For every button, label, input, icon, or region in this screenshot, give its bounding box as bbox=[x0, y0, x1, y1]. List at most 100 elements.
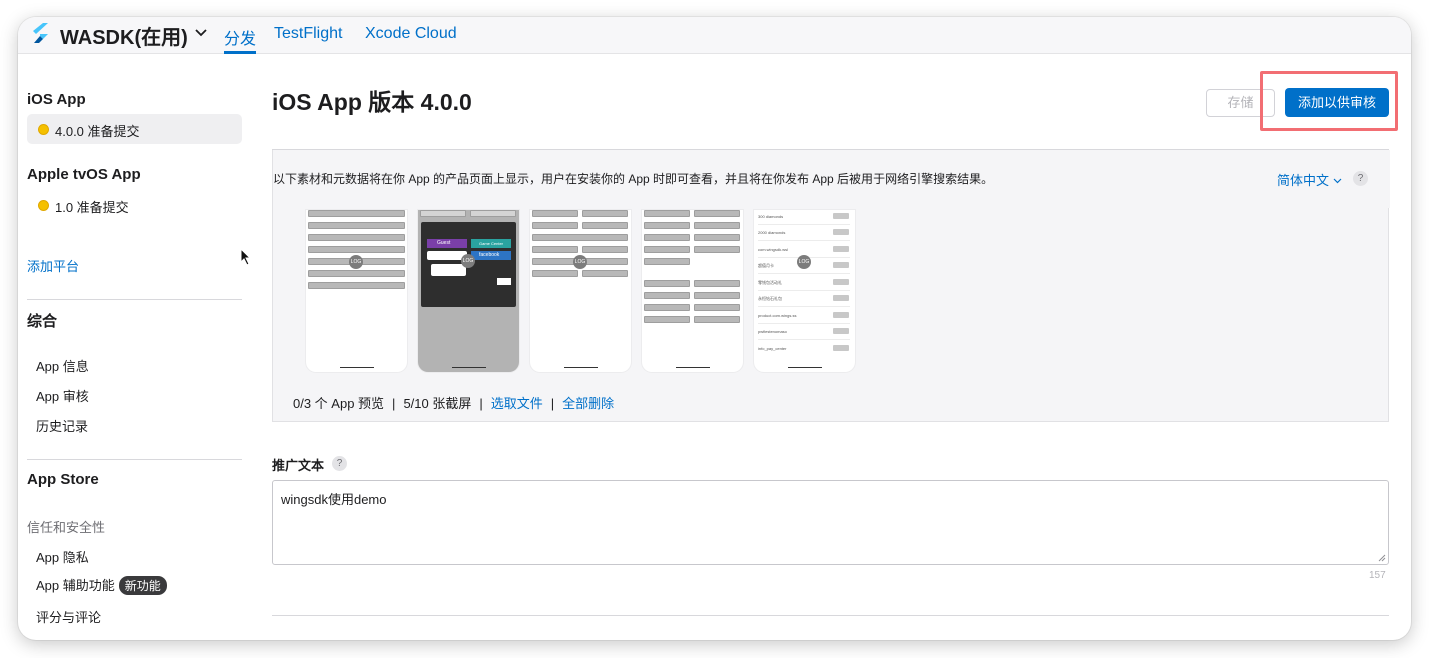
preview-count: 0/3 个 App 预览 bbox=[293, 396, 385, 411]
screenshot-count: 5/10 张截屏 bbox=[403, 396, 472, 411]
mock-button bbox=[532, 222, 578, 229]
sidebar-item-app-info[interactable]: App 信息 bbox=[36, 356, 89, 375]
mock-button bbox=[308, 270, 405, 277]
sidebar-item-privacy[interactable]: App 隐私 bbox=[36, 547, 89, 566]
buy-button-mock bbox=[833, 262, 849, 268]
app-store-connect-window: WASDK(在用) 分发 TestFlight Xcode Cloud iOS … bbox=[18, 17, 1411, 640]
buy-button-mock bbox=[833, 246, 849, 252]
mock-button bbox=[470, 210, 516, 217]
sidebar-divider bbox=[27, 459, 242, 460]
iap-row-label: product.com.wings.ss bbox=[758, 313, 797, 318]
confirm-button-mock bbox=[497, 278, 511, 285]
description-bar: 以下素材和元数据将在你 App 的产品页面上显示，用户在安装你的 App 时即可… bbox=[273, 150, 1390, 208]
mock-button bbox=[644, 246, 690, 253]
highlight-box bbox=[1260, 71, 1398, 131]
mock-button bbox=[694, 222, 740, 229]
mouse-cursor-icon bbox=[240, 248, 252, 266]
promo-text-input[interactable]: wingsdk使用demo bbox=[272, 480, 1389, 565]
chevron-down-icon bbox=[1333, 178, 1342, 184]
sidebar-item-tvos-version[interactable]: 1.0 准备提交 bbox=[27, 190, 242, 220]
sidebar-item-ratings[interactable]: 评分与评论 bbox=[36, 607, 101, 626]
row-divider bbox=[758, 290, 850, 291]
sidebar-item-history[interactable]: 历史记录 bbox=[36, 416, 88, 435]
row-divider bbox=[758, 306, 850, 307]
sidebar-heading-app-store: App Store bbox=[27, 471, 99, 488]
mock-button bbox=[582, 222, 628, 229]
row-divider bbox=[758, 224, 850, 225]
pending-status-icon bbox=[38, 124, 49, 135]
mock-button bbox=[644, 234, 690, 241]
sidebar: iOS App 4.0.0 准备提交 Apple tvOS App 1.0 准备… bbox=[18, 54, 263, 640]
screenshot-thumbnail[interactable] bbox=[642, 210, 743, 372]
chevron-down-icon[interactable] bbox=[194, 26, 208, 40]
sidebar-item-label: 1.0 准备提交 bbox=[55, 200, 129, 215]
row-divider bbox=[758, 339, 850, 340]
row-divider bbox=[758, 323, 850, 324]
mock-button bbox=[644, 280, 690, 287]
tab-xcode-cloud[interactable]: Xcode Cloud bbox=[365, 25, 457, 43]
mock-button bbox=[694, 292, 740, 299]
mock-button bbox=[694, 316, 740, 323]
add-platform-link[interactable]: 添加平台 bbox=[27, 256, 79, 275]
log-bubble: LOG bbox=[461, 254, 475, 268]
sidebar-heading-tvos: Apple tvOS App bbox=[27, 166, 141, 183]
mock-button bbox=[582, 258, 628, 265]
home-indicator bbox=[564, 367, 598, 368]
sidebar-item-app-review[interactable]: App 审核 bbox=[36, 386, 89, 405]
wings-button-mock bbox=[431, 264, 466, 276]
language-label: 简体中文 bbox=[1277, 173, 1330, 188]
mock-button bbox=[308, 234, 405, 241]
buy-button-mock bbox=[833, 229, 849, 235]
sidebar-heading-general: 综合 bbox=[27, 313, 58, 330]
mock-button bbox=[582, 246, 628, 253]
screenshot-thumbnail[interactable]: 300 diamonds 2000 diamonds com.wingsdk.w… bbox=[754, 210, 855, 372]
mock-button bbox=[532, 246, 578, 253]
delete-all-link[interactable]: 全部删除 bbox=[562, 396, 614, 411]
choose-files-link[interactable]: 选取文件 bbox=[491, 396, 543, 411]
row-divider bbox=[758, 273, 850, 274]
mock-button bbox=[308, 222, 405, 229]
buy-button-mock bbox=[833, 295, 849, 301]
help-icon[interactable]: ? bbox=[1353, 171, 1368, 186]
app-name-menu[interactable]: WASDK(在用) bbox=[60, 21, 188, 50]
log-bubble: LOG bbox=[797, 255, 811, 269]
mock-button bbox=[694, 246, 740, 253]
resize-handle-icon[interactable] bbox=[1378, 554, 1386, 562]
mock-button bbox=[694, 304, 740, 311]
mock-button bbox=[420, 210, 466, 217]
mock-button bbox=[582, 210, 628, 217]
language-selector[interactable]: 简体中文 bbox=[1277, 170, 1342, 189]
screenshot-thumbnail[interactable]: LOG bbox=[530, 210, 631, 372]
help-icon[interactable]: ? bbox=[332, 456, 347, 471]
iap-row-label: 超值月卡 bbox=[758, 263, 774, 268]
log-bubble: LOG bbox=[349, 255, 363, 269]
mock-button bbox=[694, 210, 740, 217]
sidebar-divider bbox=[27, 299, 242, 300]
sidebar-item-label: 4.0.0 准备提交 bbox=[55, 124, 140, 139]
home-indicator bbox=[340, 367, 374, 368]
flutter-logo-icon bbox=[33, 23, 48, 43]
iap-row-label: com.wingsdk.wsl bbox=[758, 247, 789, 252]
mock-button bbox=[532, 270, 578, 277]
media-description: 以下素材和元数据将在你 App 的产品页面上显示，用户在安装你的 App 时即可… bbox=[273, 172, 994, 186]
buy-button-mock bbox=[833, 312, 849, 318]
facebook-button-mock: facebook bbox=[471, 251, 511, 260]
mock-button bbox=[644, 316, 690, 323]
sidebar-item-accessibility[interactable]: App 辅助功能 新功能 bbox=[36, 575, 167, 595]
iap-row-label: 300 diamonds bbox=[758, 214, 784, 219]
iap-row-label: 零钱包活动礼 bbox=[758, 280, 782, 285]
mock-button bbox=[532, 258, 578, 265]
tab-testflight[interactable]: TestFlight bbox=[274, 25, 342, 43]
iap-row-label: pwfiestenomaso bbox=[758, 329, 787, 334]
buy-button-mock bbox=[833, 213, 849, 219]
mock-button bbox=[644, 210, 690, 217]
tab-distribution[interactable]: 分发 bbox=[224, 25, 256, 49]
promo-text-label: 推广文本 bbox=[272, 458, 325, 473]
sidebar-item-label: App 辅助功能 bbox=[36, 578, 115, 593]
screenshot-thumbnail[interactable]: LOG bbox=[306, 210, 407, 372]
mock-button bbox=[532, 234, 628, 241]
pending-status-icon bbox=[38, 200, 49, 211]
buy-button-mock bbox=[833, 328, 849, 334]
screenshot-thumbnail[interactable]: Guest Game Center facebook LOG bbox=[418, 210, 519, 372]
sidebar-item-ios-version[interactable]: 4.0.0 准备提交 bbox=[27, 114, 242, 144]
